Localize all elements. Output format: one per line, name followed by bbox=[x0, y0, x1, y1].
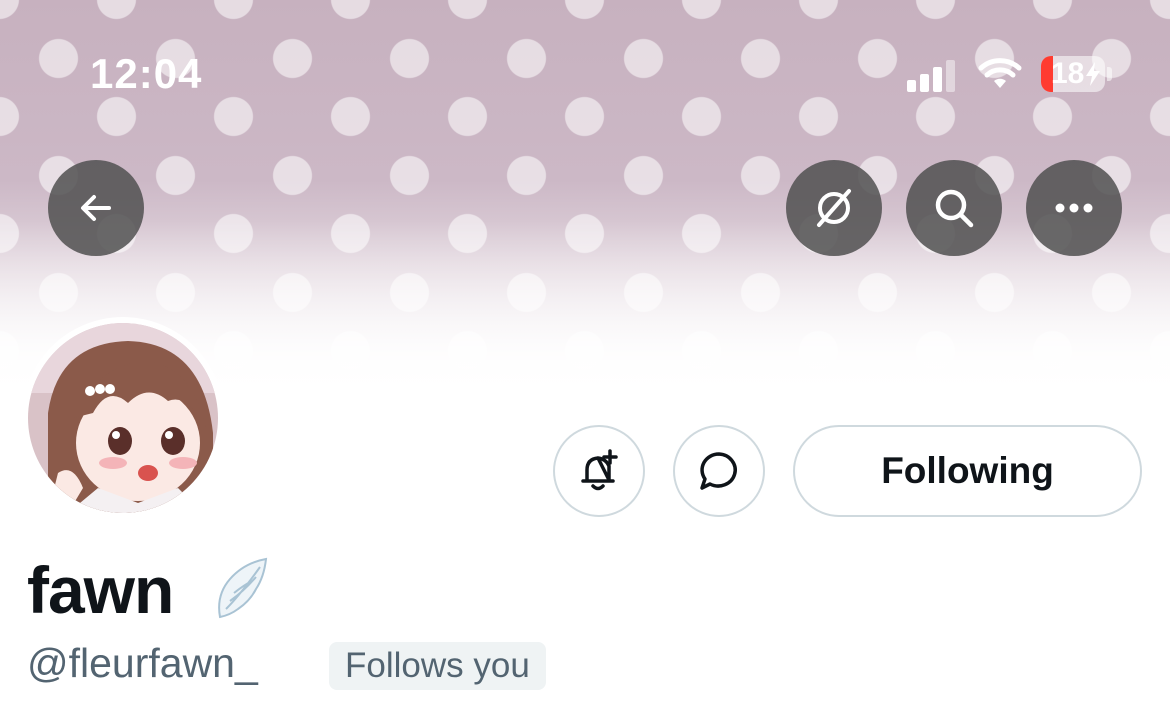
follows-you-badge: Follows you bbox=[329, 642, 546, 690]
avatar[interactable] bbox=[28, 323, 218, 513]
search-button[interactable] bbox=[906, 160, 1002, 256]
message-bubble-icon bbox=[700, 452, 737, 490]
arrow-left-icon bbox=[81, 195, 111, 221]
battery-level: 18 bbox=[1051, 57, 1085, 90]
more-horizontal-icon bbox=[1055, 203, 1093, 213]
charging-bolt-icon bbox=[1086, 62, 1100, 86]
wing-emoji bbox=[218, 557, 268, 619]
message-button[interactable] bbox=[673, 425, 765, 517]
bell-plus-icon bbox=[581, 449, 618, 491]
cellular-signal-icon bbox=[907, 58, 959, 92]
translate-button[interactable] bbox=[786, 160, 882, 256]
profile-handle: @fleurfawn_ bbox=[27, 640, 258, 686]
search-icon bbox=[935, 189, 974, 228]
battery-cap bbox=[1107, 67, 1112, 81]
notifications-button[interactable] bbox=[553, 425, 645, 517]
status-time: 12:04 bbox=[90, 50, 203, 97]
back-button[interactable] bbox=[48, 160, 144, 256]
wifi-icon bbox=[978, 58, 1022, 88]
avatar-illustration bbox=[28, 323, 218, 513]
following-button[interactable]: Following bbox=[793, 425, 1142, 517]
display-name: fawn bbox=[27, 553, 174, 627]
globe-slash-icon bbox=[817, 189, 851, 227]
more-button[interactable] bbox=[1026, 160, 1122, 256]
